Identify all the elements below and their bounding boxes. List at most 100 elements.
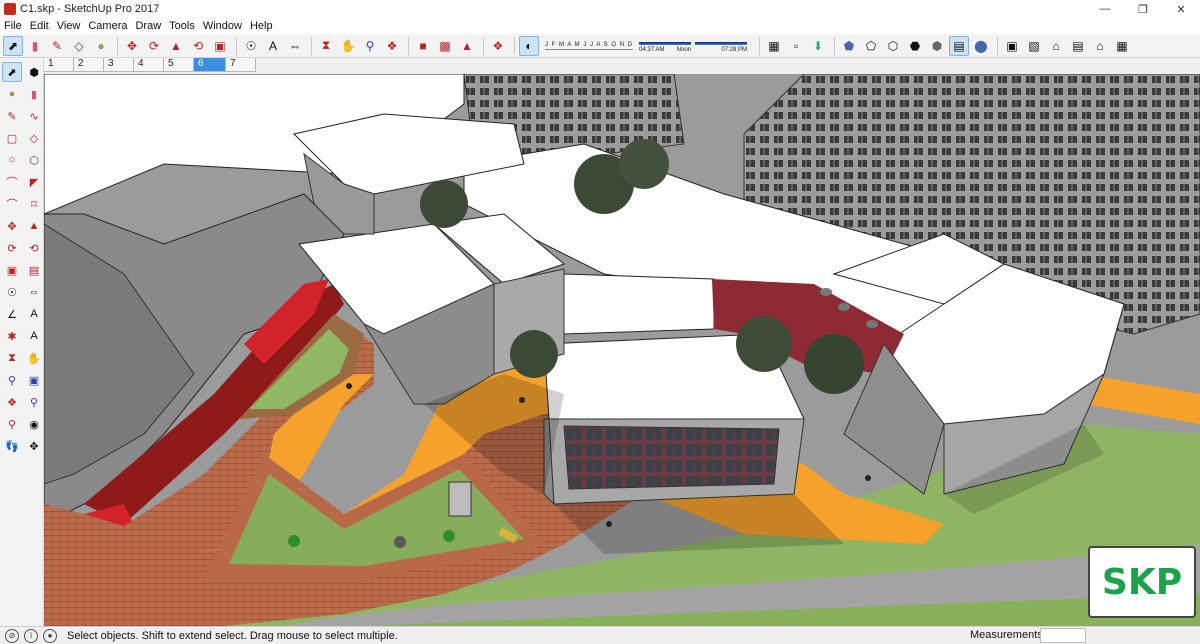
dimension-icon[interactable]: ⇔ [24,282,44,302]
minimize-button[interactable]: — [1086,0,1124,18]
menu-camera[interactable]: Camera [88,20,127,32]
back-edges-icon[interactable]: ⬠ [861,36,881,56]
rotate-icon[interactable]: ⟳ [144,36,164,56]
eraser-icon[interactable]: ▮ [25,36,45,56]
pie-icon[interactable]: ◤ [24,172,44,192]
prev-view-icon[interactable]: ⚲ [24,392,44,412]
iso-view-icon[interactable]: ▣ [1002,36,1022,56]
shadow-time-slider[interactable]: 04:37 AM Noon [639,38,692,54]
position-camera-icon[interactable]: ⚲ [2,414,22,434]
menu-edit[interactable]: Edit [30,20,49,32]
eraser-icon[interactable]: ▮ [24,84,44,104]
rectangle-icon[interactable]: ▢ [2,128,22,148]
paint-bucket-icon[interactable]: ● [91,36,111,56]
menu-window[interactable]: Window [203,20,242,32]
arc-icon[interactable]: ⌒ [2,172,22,192]
pencil-icon[interactable]: ✎ [47,36,67,56]
close-button[interactable]: ✕ [1162,0,1200,18]
axes-icon[interactable]: ✱ [2,326,22,346]
scene-tab-1[interactable]: 1 [44,58,74,72]
walk-icon[interactable]: 👣 [2,436,22,456]
fog-icon[interactable]: ▫ [786,36,806,56]
menu-help[interactable]: Help [250,20,273,32]
user-icon[interactable]: ● [43,628,57,643]
front-view-icon[interactable]: ⌂ [1046,36,1066,56]
freehand-icon[interactable]: ∿ [24,106,44,126]
look-around-icon[interactable]: ◉ [24,414,44,434]
shadow-months[interactable]: J F M A M J J A S O N D [545,42,634,50]
geo-location-icon[interactable]: ⊘ [5,628,19,643]
hidden-line-icon[interactable]: ⬣ [905,36,925,56]
scene-tab-2[interactable]: 2 [74,58,104,72]
wireframe-icon[interactable]: ⬡ [883,36,903,56]
zoom-window-icon[interactable]: ▣ [24,370,44,390]
scale-icon[interactable]: ▣ [2,260,22,280]
protractor-icon[interactable]: ∠ [2,304,22,324]
dimension-icon[interactable]: ⇔ [285,36,305,56]
menu-tools[interactable]: Tools [169,20,195,32]
shaded-textures-icon[interactable]: ▤ [949,35,970,56]
right-view-icon[interactable]: ▤ [1068,36,1088,56]
pan-icon[interactable]: ✋ [338,36,358,56]
scene-tab-7[interactable]: 7 [226,58,256,72]
offset-icon[interactable]: ⟲ [188,36,208,56]
section-plane-icon[interactable]: ✥ [24,436,44,456]
download-icon[interactable]: ⬇ [808,36,828,56]
move-icon[interactable]: ✥ [122,36,142,56]
shadow-time-slider-end[interactable]: 07:28 PM [695,38,748,54]
component-icon[interactable]: ⬢ [24,62,44,82]
shadow-toggle-icon[interactable]: ◐ [519,35,539,56]
pan-icon[interactable]: ✋ [24,348,44,368]
info-icon[interactable]: i [24,628,38,643]
extension-warehouse-icon[interactable]: ❖ [488,36,508,56]
push-pull-icon[interactable]: ▲ [24,216,44,236]
menu-view[interactable]: View [57,20,81,32]
rotate-icon[interactable]: ⟳ [2,238,22,258]
scene-tab-6[interactable]: 6 [194,58,226,72]
extension-icon[interactable]: ▲ [457,36,477,56]
paint-icon[interactable]: ● [2,84,22,104]
zoom-icon[interactable]: ⚲ [360,36,380,56]
select-icon[interactable]: ⬈ [3,35,23,56]
3d-text-icon[interactable]: A [24,326,44,346]
scale-icon[interactable]: ▣ [210,36,230,56]
model-viewport[interactable]: SKP [44,74,1200,626]
zoom-extents-icon[interactable]: ❖ [2,392,22,412]
orbit-icon[interactable]: ⧗ [2,348,22,368]
warehouse-icon[interactable]: ■ [413,36,433,56]
zoom-extents-icon[interactable]: ❖ [382,36,402,56]
menu-file[interactable]: File [4,20,22,32]
scene-tab-3[interactable]: 3 [104,58,134,72]
scene-tab-5[interactable]: 5 [164,58,194,72]
components-icon[interactable]: ▩ [435,36,455,56]
orbit-icon[interactable]: ⧗ [316,36,336,56]
top-view-icon[interactable]: ▧ [1024,36,1044,56]
polygon-icon[interactable]: ⬡ [24,150,44,170]
follow-me-icon[interactable]: ⟲ [24,238,44,258]
tape-icon[interactable]: ☉ [241,36,261,56]
arc2-icon[interactable]: ⌒ [2,194,22,214]
scene-tab-4[interactable]: 4 [134,58,164,72]
move-icon[interactable]: ✥ [2,216,22,236]
maximize-button[interactable]: ❐ [1124,0,1162,18]
text-icon[interactable]: A [24,304,44,324]
zoom-icon[interactable]: ⚲ [2,370,22,390]
arc3-icon[interactable]: ⌑ [24,194,44,214]
push-pull-icon[interactable]: ▲ [166,36,186,56]
select-icon[interactable]: ⬈ [2,62,22,82]
rotated-rect-icon[interactable]: ◇ [24,128,44,148]
circle-icon[interactable]: ○ [2,150,22,170]
offset-icon[interactable]: ▤ [24,260,44,280]
section-plane-icon[interactable]: ▦ [764,36,784,56]
monochrome-icon[interactable]: ⬤ [971,36,991,56]
shape-icon[interactable]: ◇ [69,36,89,56]
menu-draw[interactable]: Draw [135,20,161,32]
line-icon[interactable]: ✎ [2,106,22,126]
text-icon[interactable]: A [263,36,283,56]
shaded-icon[interactable]: ⬢ [927,36,947,56]
xray-icon[interactable]: ⬟ [839,36,859,56]
measurements-input[interactable] [1040,628,1086,643]
left-view-icon[interactable]: ▦ [1112,36,1132,56]
back-view-icon[interactable]: ⌂ [1090,36,1110,56]
tape-icon[interactable]: ☉ [2,282,22,302]
